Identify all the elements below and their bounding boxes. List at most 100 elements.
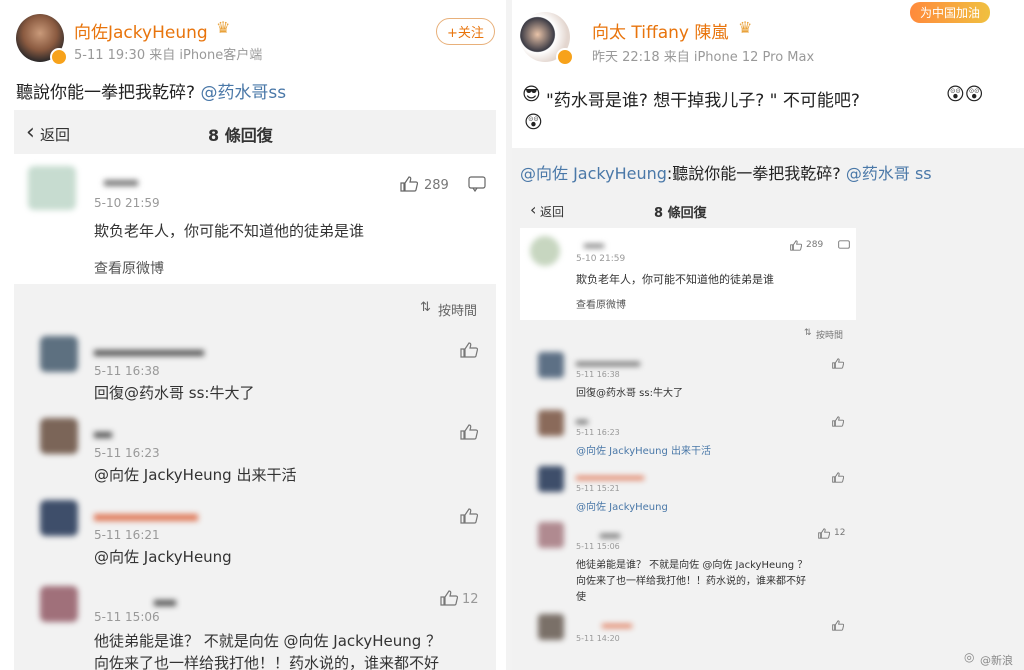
nav-title: 8 條回復 [654, 206, 707, 221]
avatar [40, 586, 78, 622]
surprised-emoji-icon: 😲😲 [946, 84, 984, 105]
masked-username [94, 514, 198, 521]
masked-username [94, 432, 112, 438]
quote-mention[interactable]: @药水哥 ss [846, 164, 932, 183]
follow-button[interactable]: +关注 [436, 18, 495, 45]
masked-username [576, 362, 640, 366]
reply-time: 5-11 16:23 [576, 428, 620, 437]
masked-username [94, 350, 204, 356]
nav-title: 8 條回復 [208, 126, 273, 145]
badge-banner: 为中国加油 [910, 2, 991, 23]
reply-text-continued: 向佐来了也一样给我打他！！药水说的，谁来都不好 [576, 576, 806, 587]
watermark: @新浪 [980, 654, 1013, 667]
masked-username [602, 624, 632, 628]
post-text: 聽說你能一拳把我乾碎? @药水哥ss [16, 78, 286, 103]
like-icon[interactable] [832, 620, 844, 631]
avatar [40, 418, 78, 454]
like-icon[interactable] [400, 176, 418, 192]
view-original-link[interactable]: 查看原微博 [94, 258, 164, 278]
like-icon[interactable] [460, 342, 478, 358]
like-count: 12 [462, 592, 479, 607]
quote-author[interactable]: @向佐 JackyHeung [520, 164, 667, 183]
quote-text: :聽說你能一拳把我乾碎? [666, 164, 846, 183]
avatar [538, 410, 564, 436]
comment-time: 5-10 21:59 [576, 254, 626, 264]
avatar [538, 352, 564, 378]
verified-badge-icon [556, 48, 574, 66]
reply-text-continued: 向佐来了也一样给我打他！！药水说的，谁来都不好 [94, 654, 440, 670]
post-text: "药水哥是谁? 想干掉我儿子? " 不可能吧? [546, 91, 860, 111]
username[interactable]: 向太 Tiffany 陳嵐 [592, 18, 728, 43]
top-comment-card [14, 154, 496, 284]
sort-label: 按時間 [816, 331, 844, 341]
like-count: 12 [834, 528, 846, 538]
reply-text: @向佐 JackyHeung 出来干活 [576, 446, 711, 457]
reply-time: 5-11 16:38 [576, 370, 620, 379]
masked-username [576, 420, 588, 424]
like-icon[interactable] [790, 240, 802, 251]
reply-text: 他徒弟能是谁？ 不就是向佐 @向佐 JackyHeung ？ [94, 632, 442, 650]
quoted-post-box [512, 148, 1024, 670]
like-icon[interactable] [832, 358, 844, 369]
username[interactable]: 向佐JackyHeung [74, 18, 208, 43]
like-icon[interactable] [832, 416, 844, 427]
like-icon[interactable] [460, 508, 478, 524]
like-count: 289 [424, 178, 449, 193]
back-chevron-icon[interactable]: ‹ [530, 200, 536, 219]
weibo-logo-icon: ◎ [964, 650, 975, 664]
masked-username [154, 600, 176, 606]
crown-icon: ♛ [738, 18, 753, 37]
post-time-source: 5-11 19:30 来自 iPhone客户端 [74, 48, 263, 63]
like-icon[interactable] [818, 528, 830, 539]
sort-label[interactable]: 按時間 [438, 300, 477, 319]
masked-username [576, 476, 644, 480]
reply-time: 5-11 16:23 [94, 446, 160, 460]
avatar [538, 466, 564, 492]
masked-username [584, 244, 604, 248]
post-mention[interactable]: @药水哥ss [200, 83, 286, 103]
comment-icon[interactable] [468, 176, 486, 192]
reply-time: 5-11 14:20 [576, 634, 620, 643]
avatar [538, 522, 564, 548]
reply-text-continued: 使 [576, 592, 586, 603]
reply-time: 5-11 15:06 [94, 610, 160, 624]
reply-text: @向佐 JackyHeung [94, 548, 232, 566]
comment-text: 欺负老年人，你可能不知道他的徒弟是谁 [576, 273, 774, 286]
view-original-link[interactable]: 查看原微博 [576, 296, 626, 311]
masked-username [104, 180, 138, 186]
right-screenshot: 向太 Tiffany 陳嵐 ♛ 昨天 22:18 来自 iPhone 12 Pr… [512, 0, 1024, 670]
back-label[interactable]: 返回 [40, 124, 70, 145]
back-chevron-icon[interactable]: ‹ [26, 120, 35, 145]
like-icon[interactable] [440, 590, 458, 606]
reply-text: 他徒弟能是谁？ 不就是向佐 @向佐 JackyHeung ？ [576, 560, 808, 571]
back-label[interactable]: 返回 [540, 203, 564, 220]
reply-text: 回復@药水哥 ss:牛大了 [94, 384, 255, 402]
post-time-source: 昨天 22:18 来自 iPhone 12 Pro Max [592, 50, 815, 65]
avatar [40, 336, 78, 372]
quote-line: @向佐 JackyHeung:聽說你能一拳把我乾碎? @药水哥 ss [520, 160, 932, 184]
post-body: 聽說你能一拳把我乾碎? [16, 83, 201, 103]
reply-text: @向佐 JackyHeung 出来干活 [94, 466, 297, 484]
reply-text: 回復@药水哥 ss:牛大了 [576, 388, 683, 399]
reply-time: 5-11 16:21 [94, 528, 160, 542]
reply-time: 5-11 15:21 [576, 484, 620, 493]
crown-icon: ♛ [216, 18, 231, 37]
masked-username [600, 534, 620, 538]
sort-icon[interactable]: ⇅ [804, 328, 812, 338]
reply-time: 5-11 16:38 [94, 364, 160, 378]
left-screenshot: 向佐JackyHeung ♛ 5-11 19:30 来自 iPhone客户端 +… [0, 0, 506, 670]
comment-icon[interactable] [838, 240, 850, 251]
sort-icon[interactable]: ⇅ [420, 300, 431, 315]
avatar [40, 500, 78, 536]
avatar [530, 236, 560, 266]
like-icon[interactable] [460, 424, 478, 440]
avatar [538, 614, 564, 640]
sunglasses-emoji-icon: 😎 [522, 84, 541, 105]
avatar [28, 166, 76, 210]
reply-text: @向佐 JackyHeung [576, 502, 668, 513]
like-icon[interactable] [832, 472, 844, 483]
reply-time: 5-11 15:06 [576, 542, 620, 551]
like-count: 289 [806, 240, 824, 250]
comment-time: 5-10 21:59 [94, 196, 160, 210]
verified-badge-icon [50, 48, 68, 66]
